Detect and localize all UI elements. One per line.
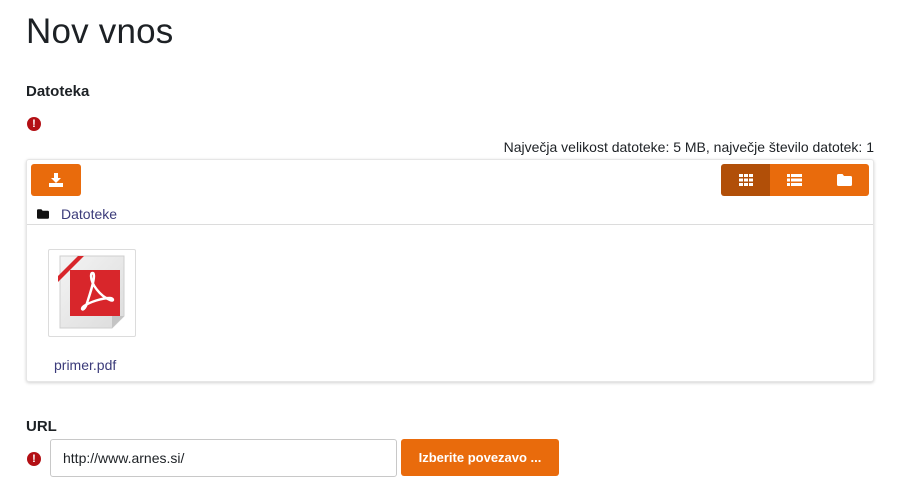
breadcrumb-root-link[interactable]: Datoteke — [61, 206, 117, 222]
file-limits-text: Največja velikost datoteke: 5 MB, največ… — [503, 139, 874, 155]
required-icon: ! — [27, 117, 41, 131]
breadcrumb: Datoteke — [37, 204, 117, 224]
file-name[interactable]: primer.pdf — [54, 357, 116, 373]
view-icons-button[interactable] — [721, 164, 771, 196]
choose-link-button[interactable]: Izberite povezavo ... — [401, 439, 559, 476]
url-field-label: URL — [26, 418, 57, 435]
file-thumbnail[interactable] — [48, 249, 136, 337]
url-input[interactable] — [50, 439, 397, 477]
folder-icon — [37, 209, 49, 219]
list-icon — [787, 174, 803, 186]
required-icon: ! — [27, 452, 41, 466]
page-title: Nov vnos — [26, 12, 174, 51]
download-icon — [49, 173, 63, 187]
file-field-label: Datoteka — [26, 83, 90, 100]
pdf-file-icon — [58, 255, 125, 329]
view-list-button[interactable] — [770, 164, 820, 196]
file-manager: Datoteke primer.pdf — [26, 159, 874, 382]
grid-icon — [738, 174, 753, 186]
add-file-button[interactable] — [31, 164, 81, 196]
divider — [27, 224, 873, 225]
folder-icon — [836, 174, 852, 186]
view-mode-toggle — [721, 164, 869, 196]
view-tree-button[interactable] — [819, 164, 869, 196]
